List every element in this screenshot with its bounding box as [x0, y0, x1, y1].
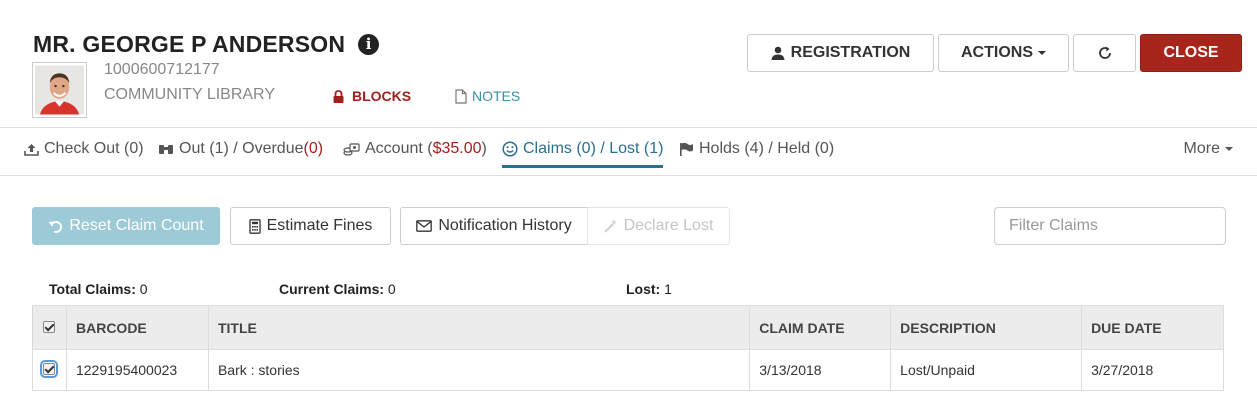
patron-library: COMMUNITY LIBRARY	[104, 86, 275, 103]
cell-claim-date: 3/13/2018	[749, 349, 892, 391]
declare-label: Declare Lost	[623, 217, 714, 234]
undo-icon	[48, 220, 63, 233]
blocks-link[interactable]: BLOCKS	[333, 88, 411, 104]
close-label: CLOSE	[1163, 44, 1219, 61]
patron-tabs: Check Out (0) Out (1) / Overdue (0) Acco…	[0, 127, 1257, 176]
cell-barcode: 1229195400023	[65, 349, 209, 391]
active-tab-indicator	[502, 165, 664, 168]
lost-stat: Lost: 1	[626, 281, 672, 297]
registration-button[interactable]: REGISTRATION	[747, 34, 934, 72]
registration-label: REGISTRATION	[790, 44, 911, 61]
lock-icon	[333, 89, 344, 103]
patron-name: MR. GEORGE P ANDERSON i	[33, 31, 380, 58]
tab-overdue-count: (0)	[303, 140, 324, 157]
tab-check-out[interactable]: Check Out (0)	[24, 140, 144, 158]
user-icon	[771, 46, 785, 60]
envelope-icon	[416, 220, 433, 232]
column-header-claim-date[interactable]: CLAIM DATE	[749, 305, 892, 350]
caret-down-icon	[1225, 147, 1233, 151]
tab-holds-held[interactable]: Holds (4) / Held (0)	[679, 140, 834, 158]
row-checkbox[interactable]	[40, 360, 58, 378]
patron-barcode: 1000600712177	[104, 61, 220, 78]
total-claims-label: Total Claims:	[49, 281, 136, 297]
declare-lost-button[interactable]: Declare Lost	[587, 207, 730, 245]
total-claims-value: 0	[135, 281, 148, 297]
table-header-row: BARCODE TITLE CLAIM DATE DESCRIPTION DUE…	[32, 305, 1224, 350]
select-all-cell	[32, 305, 67, 350]
calculator-icon	[248, 218, 261, 234]
tab-account-balance: $35.00	[432, 140, 482, 157]
column-header-due-date[interactable]: DUE DATE	[1081, 305, 1224, 350]
reset-label: Reset Claim Count	[69, 217, 204, 234]
claims-table: BARCODE TITLE CLAIM DATE DESCRIPTION DUE…	[32, 305, 1224, 391]
current-claims-stat: Current Claims: 0	[279, 281, 396, 297]
notes-label: NOTES	[472, 88, 521, 104]
tab-claims-lost[interactable]: Claims (0) / Lost (1)	[502, 140, 664, 168]
cell-due-date: 3/27/2018	[1081, 349, 1224, 391]
column-header-description[interactable]: DESCRIPTION	[890, 305, 1083, 350]
blocks-label: BLOCKS	[352, 88, 412, 104]
notification-history-button[interactable]: Notification History	[400, 207, 588, 245]
notes-link[interactable]: NOTES	[455, 88, 520, 104]
avatar	[32, 62, 87, 118]
close-button[interactable]: CLOSE	[1140, 34, 1242, 72]
upload-icon	[24, 143, 39, 156]
cell-title: Bark : stories	[207, 349, 751, 391]
tab-label: Account (	[365, 140, 433, 157]
current-claims-label: Current Claims:	[279, 281, 385, 297]
refresh-button[interactable]	[1073, 34, 1136, 72]
money-icon	[343, 143, 360, 156]
binoculars-icon	[159, 145, 173, 154]
info-icon[interactable]: i	[358, 34, 380, 55]
total-claims-stat: Total Claims: 0	[49, 281, 148, 297]
lost-label: Lost:	[626, 281, 661, 297]
magic-wand-icon	[603, 219, 617, 233]
tab-out-overdue[interactable]: Out (1) / Overdue (0)	[158, 140, 323, 158]
actions-dropdown-button[interactable]: ACTIONS	[938, 34, 1069, 72]
patron-name-text: MR. GEORGE P ANDERSON	[33, 31, 346, 57]
document-icon	[455, 88, 467, 104]
estimate-fines-button[interactable]: Estimate Fines	[230, 207, 391, 245]
select-all-checkbox[interactable]	[43, 320, 55, 333]
table-row[interactable]: 1229195400023 Bark : stories 3/13/2018 L…	[32, 349, 1224, 391]
current-claims-value: 0	[384, 281, 396, 297]
smile-icon	[502, 141, 518, 157]
lost-value: 1	[660, 281, 672, 297]
estimate-label: Estimate Fines	[266, 217, 373, 234]
tab-label-suffix: )	[481, 140, 487, 157]
row-select-cell	[32, 349, 67, 391]
tab-label: Check Out (0)	[44, 140, 144, 157]
reset-claim-count-button[interactable]: Reset Claim Count	[32, 207, 220, 245]
notification-label: Notification History	[438, 217, 572, 234]
tab-label: Claims (0) / Lost (1)	[523, 140, 664, 157]
tab-label: Holds (4) / Held (0)	[699, 140, 835, 157]
more-label: More	[1183, 140, 1220, 157]
cell-description: Lost/Unpaid	[890, 349, 1083, 391]
column-header-barcode[interactable]: BARCODE	[65, 305, 209, 350]
tab-label: Out (1) / Overdue	[179, 140, 304, 157]
refresh-icon	[1098, 46, 1111, 59]
caret-down-icon	[1038, 51, 1046, 55]
more-tabs-dropdown[interactable]: More	[1184, 140, 1233, 158]
flag-icon	[680, 142, 693, 156]
patron-photo	[35, 65, 84, 115]
actions-label: ACTIONS	[961, 44, 1033, 61]
tab-account[interactable]: Account ( $35.00 )	[343, 140, 487, 158]
column-header-title[interactable]: TITLE	[207, 305, 751, 350]
filter-claims-input[interactable]	[994, 207, 1226, 245]
